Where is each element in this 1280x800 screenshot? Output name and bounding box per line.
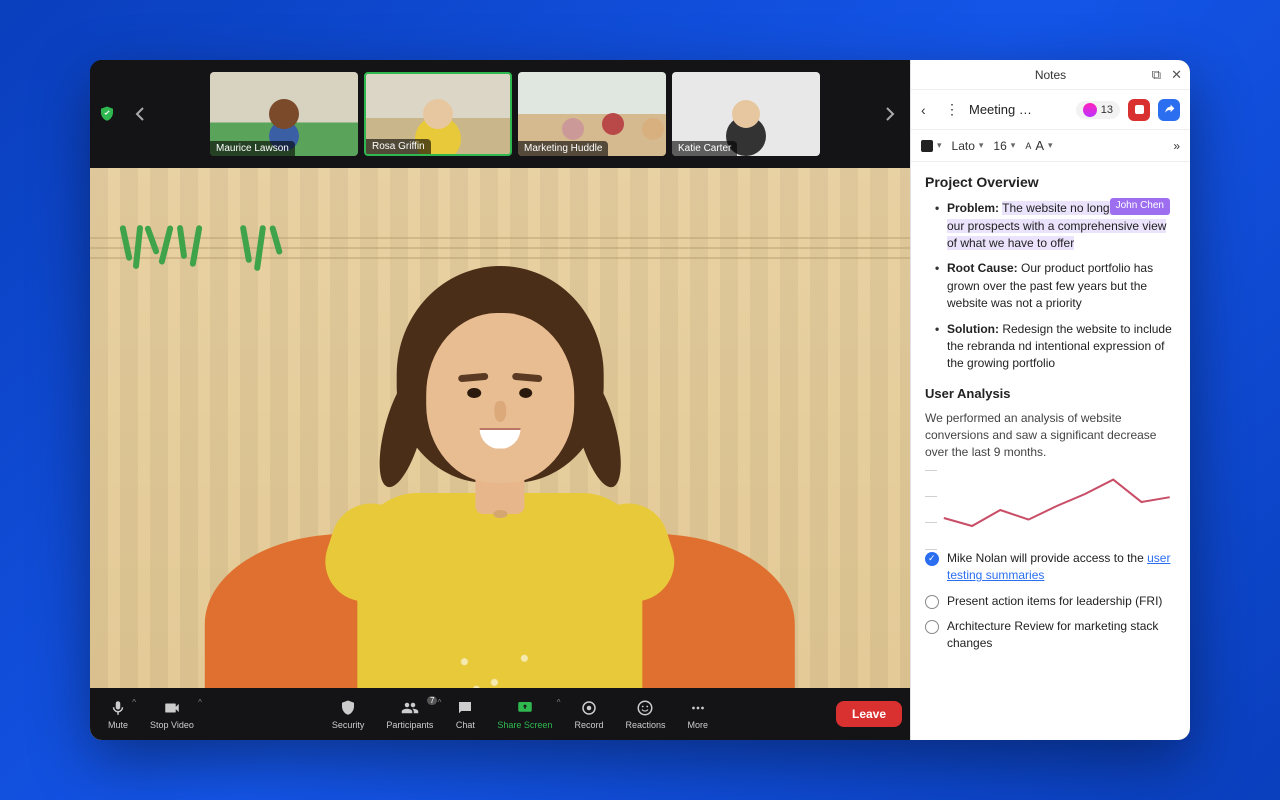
format-overflow-button[interactable]: » <box>1173 139 1180 153</box>
chat-icon <box>455 698 475 718</box>
microphone-icon <box>108 698 128 718</box>
task-text: Architecture Review for marketing stack … <box>947 618 1176 653</box>
mute-button[interactable]: Mute^ <box>98 694 138 734</box>
chat-button[interactable]: Chat <box>445 694 485 734</box>
chevron-down-icon: ▾ <box>1011 140 1016 151</box>
reactions-button[interactable]: Reactions <box>615 694 675 734</box>
security-button[interactable]: Security <box>322 694 375 734</box>
participant-thumb[interactable]: Marketing Huddle <box>518 72 666 156</box>
analysis-paragraph[interactable]: We performed an analysis of website conv… <box>925 410 1176 462</box>
participant-thumb[interactable]: Katie Carter <box>672 72 820 156</box>
more-button[interactable]: More <box>678 694 719 734</box>
thumb-label: Marketing Huddle <box>518 141 608 156</box>
participant-thumb[interactable]: Maurice Lawson <box>210 72 358 156</box>
bullet-item[interactable]: Root Cause: Our product portfolio has gr… <box>935 260 1176 312</box>
chevron-up-icon[interactable]: ^ <box>132 698 136 707</box>
conversions-chart <box>925 470 1176 550</box>
thumbs-next-button[interactable] <box>878 102 902 126</box>
participants-count-badge: 7 <box>427 696 437 705</box>
task-item[interactable]: Present action items for leadership (FRI… <box>925 593 1176 610</box>
chevron-down-icon: ▾ <box>937 140 942 151</box>
presence-pill[interactable]: 13 <box>1076 101 1120 119</box>
thumb-label: Rosa Griffin <box>366 139 431 154</box>
thumbs-prev-button[interactable] <box>128 102 152 126</box>
thumb-label: Maurice Lawson <box>210 141 295 156</box>
share-note-button[interactable] <box>1158 99 1180 121</box>
font-family-picker[interactable]: Lato▾ <box>952 139 984 153</box>
meeting-toolbar: Mute^ Stop Video^ Security Participants … <box>90 688 910 740</box>
notes-editor[interactable]: Project Overview Problem: The website no… <box>911 162 1190 740</box>
record-note-button[interactable] <box>1128 99 1150 121</box>
leave-button[interactable]: Leave <box>836 701 902 727</box>
heading-overview: Project Overview <box>925 172 1176 192</box>
avatar <box>1083 103 1097 117</box>
record-icon <box>579 698 599 718</box>
thumbnail-list: Maurice Lawson Rosa Griffin Marketing Hu… <box>160 72 870 156</box>
active-speaker-video[interactable] <box>90 168 910 740</box>
participants-button[interactable]: Participants 7 ^ <box>376 694 443 734</box>
notes-panel: Notes ⧉ ✕ ‹ ⋮ Meeting … 13 ▾ Lato▾ 16▾ A… <box>910 60 1190 740</box>
task-list: Mike Nolan will provide access to the us… <box>925 550 1176 653</box>
bullet-item[interactable]: Solution: Redesign the website to includ… <box>935 321 1176 373</box>
stop-video-button[interactable]: Stop Video^ <box>140 694 204 734</box>
chevron-up-icon[interactable]: ^ <box>438 698 442 707</box>
font-size-picker[interactable]: 16▾ <box>993 139 1015 153</box>
task-link[interactable]: user testing summaries <box>947 551 1170 582</box>
document-title[interactable]: Meeting … <box>969 102 1068 117</box>
popout-icon[interactable]: ⧉ <box>1152 67 1161 83</box>
chevron-up-icon[interactable]: ^ <box>198 698 202 707</box>
task-item[interactable]: Mike Nolan will provide access to the us… <box>925 550 1176 585</box>
bullet-item[interactable]: Problem: The website no longer provides … <box>935 200 1176 252</box>
collaborator-cursor-tag: John Chen <box>1110 198 1170 215</box>
encryption-shield-icon[interactable] <box>98 105 116 123</box>
text-color-picker[interactable]: ▾ <box>921 140 942 152</box>
video-area: Maurice Lawson Rosa Griffin Marketing Hu… <box>90 60 910 740</box>
heading-analysis: User Analysis <box>925 385 1176 404</box>
notes-subheader: ‹ ⋮ Meeting … 13 <box>911 90 1190 130</box>
thumb-label: Katie Carter <box>672 141 737 156</box>
kebab-menu-icon[interactable]: ⋮ <box>945 101 961 118</box>
share-screen-button[interactable]: Share Screen^ <box>487 694 562 734</box>
app-window: Maurice Lawson Rosa Griffin Marketing Hu… <box>90 60 1190 740</box>
notes-panel-title: Notes <box>1035 68 1066 82</box>
thumbnail-strip: Maurice Lawson Rosa Griffin Marketing Hu… <box>90 60 910 168</box>
back-button[interactable]: ‹ <box>921 102 937 118</box>
notes-header: Notes ⧉ ✕ <box>911 60 1190 90</box>
record-button[interactable]: Record <box>564 694 613 734</box>
close-icon[interactable]: ✕ <box>1171 67 1182 83</box>
people-icon <box>400 698 420 718</box>
task-checkbox[interactable] <box>925 595 939 609</box>
chevron-down-icon: ▾ <box>979 140 984 151</box>
task-checkbox[interactable] <box>925 552 939 566</box>
format-toolbar: ▾ Lato▾ 16▾ AA▾ » <box>911 130 1190 162</box>
chevron-up-icon[interactable]: ^ <box>557 698 561 707</box>
more-icon <box>688 698 708 718</box>
task-text: Present action items for leadership (FRI… <box>947 593 1162 610</box>
task-text: Mike Nolan will provide access to the us… <box>947 550 1176 585</box>
smile-icon <box>635 698 655 718</box>
presence-count: 13 <box>1101 104 1113 116</box>
share-screen-icon <box>515 698 535 718</box>
text-size-button[interactable]: AA▾ <box>1025 138 1052 153</box>
camera-icon <box>162 698 182 718</box>
task-item[interactable]: Architecture Review for marketing stack … <box>925 618 1176 653</box>
chevron-down-icon: ▾ <box>1048 140 1053 151</box>
participant-thumb[interactable]: Rosa Griffin <box>364 72 512 156</box>
shield-icon <box>338 698 358 718</box>
task-checkbox[interactable] <box>925 620 939 634</box>
